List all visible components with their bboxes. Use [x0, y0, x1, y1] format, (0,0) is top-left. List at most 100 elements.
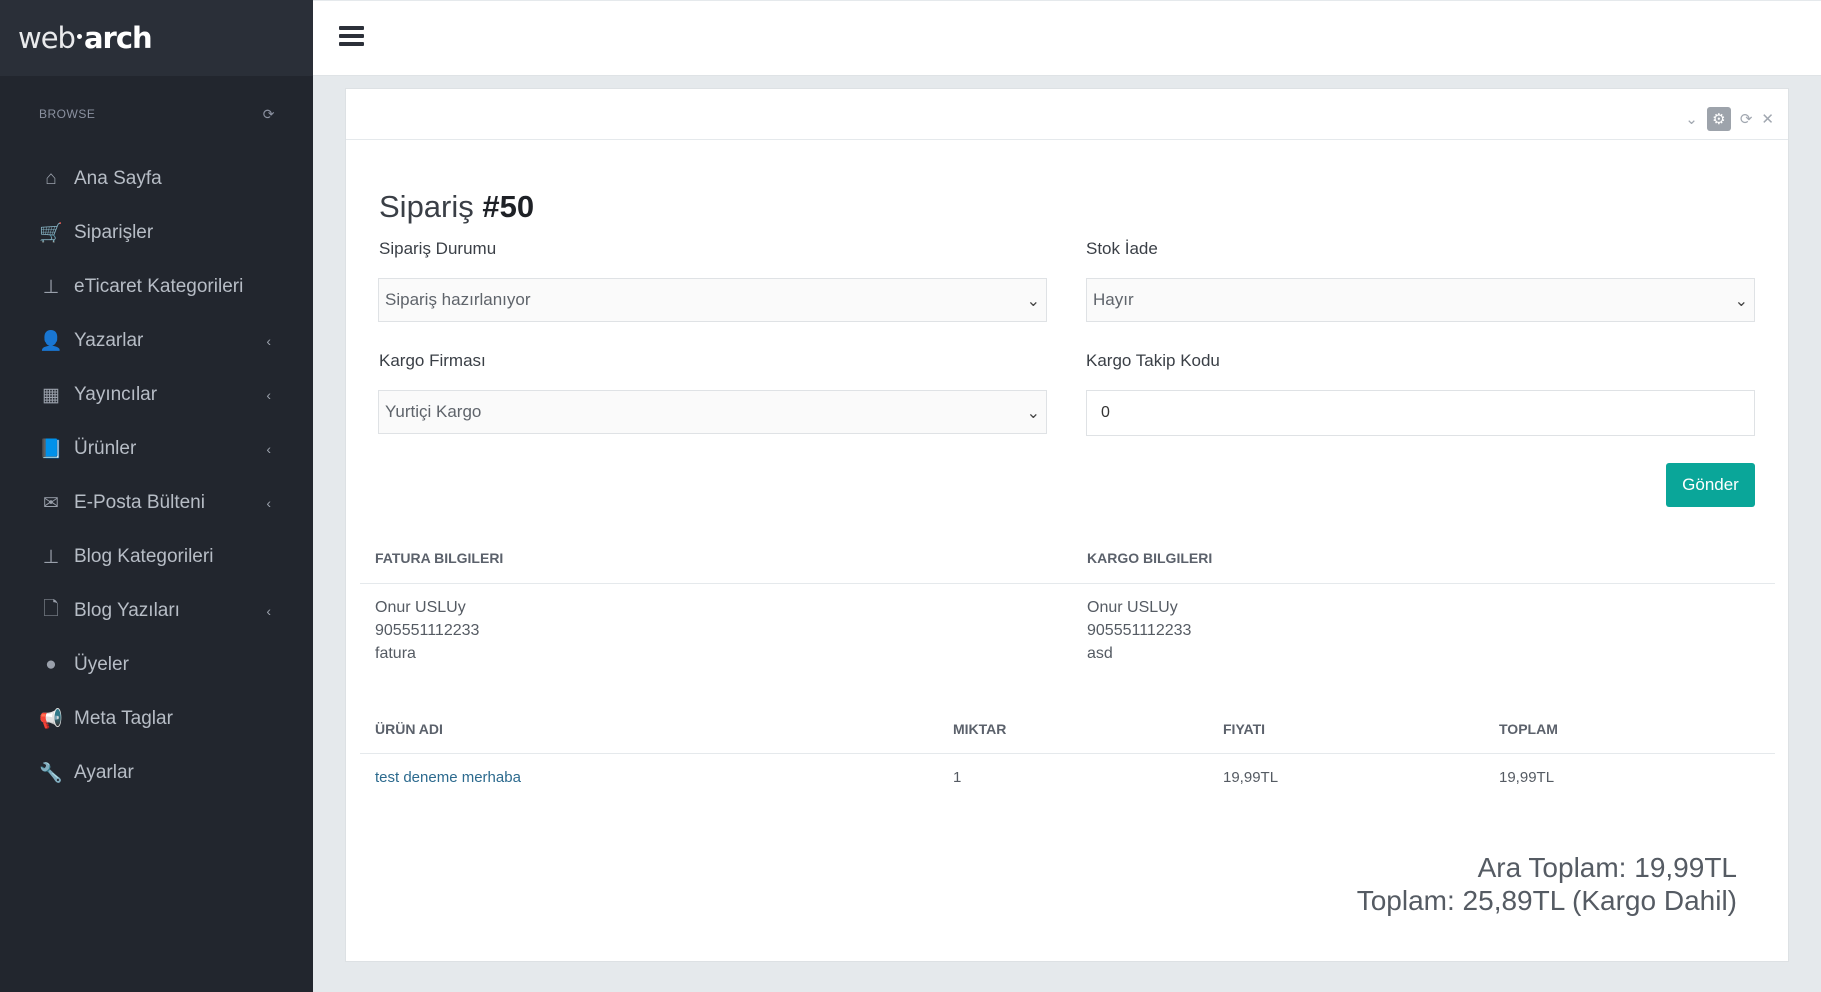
sidebar-item-label: Yazarlar	[74, 330, 144, 351]
panel-header: ⌄ ⚙ ⟳ ✕	[346, 89, 1788, 140]
chevron-left-icon: ‹	[266, 441, 271, 457]
sidebar-item-label: eTicaret Kategorileri	[74, 276, 244, 297]
shipping-heading: KARGO BILGILERI	[1087, 550, 1213, 566]
chevron-down-icon: ⌄	[1026, 293, 1040, 310]
cargo-company-select[interactable]: Yurtiçi Kargo ⌄	[378, 390, 1047, 434]
divider	[360, 753, 1775, 754]
reload-icon[interactable]: ⟳	[1740, 110, 1753, 128]
sidebar-item-label: Ürünler	[74, 438, 137, 459]
product-qty: 1	[953, 769, 962, 786]
collapse-icon[interactable]: ⌄	[1685, 110, 1698, 128]
chevron-left-icon: ‹	[266, 495, 271, 511]
logo-part-arch: arch	[83, 21, 153, 55]
billing-phone: 905551112233	[375, 622, 480, 639]
stock-return-select[interactable]: Hayır ⌄	[1086, 278, 1755, 322]
logo-dot	[76, 33, 82, 39]
close-icon[interactable]: ✕	[1761, 110, 1774, 128]
divider	[360, 583, 1775, 584]
sidebar-item-meta-taglar[interactable]: 📢 Meta Taglar	[0, 692, 313, 746]
sidebar-item-label: Blog Yazıları	[74, 600, 180, 621]
sidebar-item-label: Yayıncılar	[74, 384, 158, 405]
shipping-name: Onur USLUy	[1087, 599, 1178, 616]
sidebar-item-yayıncılar[interactable]: ▦ Yayıncılar ‹	[0, 368, 313, 422]
wrench-icon: 🔧	[39, 763, 63, 784]
logo[interactable]: web arch	[0, 0, 313, 76]
sidebar-nav: ⌂ Ana Sayfa 🛒 Siparişler ⊥ eTicaret Kategoril…	[0, 152, 313, 800]
bullhorn-icon: 📢	[39, 709, 63, 730]
shipping-info: Onur USLUy 905551112233 asd	[1087, 596, 1191, 665]
chevron-left-icon: ‹	[266, 387, 271, 403]
product-price: 19,99TL	[1223, 769, 1279, 786]
sidebar-item-label: Ana Sayfa	[74, 168, 162, 189]
logo-part-web: web	[18, 21, 76, 55]
sidebar-item-label: Siparişler	[74, 222, 154, 243]
hamburger-menu-icon[interactable]	[339, 26, 364, 46]
sidebar-item-üyeler[interactable]: ● Üyeler	[0, 638, 313, 692]
file-icon: 🗋	[43, 599, 59, 620]
sidebar-item-ayarlar[interactable]: 🔧 Ayarlar	[0, 746, 313, 800]
sidebar-item-label: E-Posta Bülteni	[74, 492, 205, 513]
sidebar-item-label: Üyeler	[74, 654, 129, 675]
basket-icon: 🛒	[39, 223, 63, 244]
billing-heading: FATURA BILGILERI	[375, 550, 504, 566]
sidebar-item-label: Ayarlar	[74, 762, 134, 783]
chevron-left-icon: ‹	[266, 333, 271, 349]
sidebar-item-siparişler[interactable]: 🛒 Siparişler	[0, 206, 313, 260]
shipping-phone: 905551112233	[1087, 622, 1192, 639]
user-icon: 👤	[39, 331, 63, 352]
user-icon: ●	[45, 654, 57, 675]
order-panel: ⌄ ⚙ ⟳ ✕ Sipariş #50 Sipariş Durumu Sipar…	[345, 88, 1789, 962]
refresh-icon[interactable]: ⟳	[263, 106, 275, 123]
sidebar: web arch BROWSE ⟳ ⌂ Ana Sayfa 🛒 Siparişler ⊥ e…	[0, 0, 313, 992]
stock-return-value: Hayır	[1093, 290, 1134, 309]
home-icon: ⌂	[45, 168, 57, 189]
book-icon: 📘	[39, 439, 63, 460]
browse-header: BROWSE ⟳	[0, 76, 313, 152]
sidebar-item-yazarlar[interactable]: 👤 Yazarlar ‹	[0, 314, 313, 368]
sidebar-item-blog-kategorileri[interactable]: ⊥ Blog Kategorileri	[0, 530, 313, 584]
browse-label: BROWSE	[39, 107, 96, 121]
tracking-code-input[interactable]: 0	[1086, 390, 1755, 436]
col-header-total: TOPLAM	[1499, 721, 1558, 737]
tracking-code-value: 0	[1101, 404, 1110, 421]
cargo-company-label: Kargo Firması	[379, 351, 486, 370]
billing-name: Onur USLUy	[375, 599, 466, 616]
sidebar-item-ana-sayfa[interactable]: ⌂ Ana Sayfa	[0, 152, 313, 206]
gear-icon[interactable]: ⚙	[1706, 107, 1731, 131]
sidebar-item-ürünler[interactable]: 📘 Ürünler ‹	[0, 422, 313, 476]
building-icon: ▦	[42, 384, 60, 406]
col-header-product: ÜRÜN ADI	[375, 721, 443, 737]
grand-total: Toplam: 25,89TL (Kargo Dahil)	[1356, 885, 1737, 916]
col-header-qty: MIKTAR	[953, 721, 1007, 737]
billing-address: fatura	[375, 645, 416, 662]
cargo-company-value: Yurtiçi Kargo	[385, 402, 482, 421]
sitemap-icon: ⊥	[42, 276, 60, 298]
chevron-down-icon: ⌄	[1026, 405, 1040, 422]
page-title: Sipariş #50	[379, 189, 534, 225]
billing-info: Onur USLUy 905551112233 fatura	[375, 596, 479, 665]
chevron-left-icon: ‹	[266, 603, 271, 619]
product-total: 19,99TL	[1499, 769, 1555, 786]
order-status-select[interactable]: Sipariş hazırlanıyor ⌄	[378, 278, 1047, 322]
subtotal: Ara Toplam: 19,99TL	[1477, 852, 1737, 883]
order-number: #50	[482, 189, 535, 224]
sitemap-icon: ⊥	[42, 546, 60, 568]
sidebar-item-e-posta-bülteni[interactable]: ✉ E-Posta Bülteni ‹	[0, 476, 313, 530]
tracking-code-label: Kargo Takip Kodu	[1086, 351, 1220, 370]
top-header	[313, 1, 1821, 76]
title-prefix: Sipariş	[379, 189, 474, 224]
envelope-icon: ✉	[43, 492, 59, 514]
sidebar-item-blog-yazıları[interactable]: 🗋 Blog Yazıları ‹	[0, 584, 313, 638]
stock-return-label: Stok İade	[1086, 239, 1158, 258]
sidebar-item-label: Blog Kategorileri	[74, 546, 214, 567]
col-header-price: FIYATI	[1223, 721, 1266, 737]
submit-button[interactable]: Gönder	[1666, 463, 1755, 507]
chevron-down-icon: ⌄	[1734, 293, 1748, 310]
order-status-value: Sipariş hazırlanıyor	[385, 290, 531, 309]
sidebar-item-eticaret-kategorileri[interactable]: ⊥ eTicaret Kategorileri	[0, 260, 313, 314]
product-link[interactable]: test deneme merhaba	[375, 769, 521, 786]
order-status-label: Sipariş Durumu	[379, 239, 497, 258]
order-totals: Ara Toplam: 19,99TL Toplam: 25,89TL (Kar…	[1357, 851, 1737, 917]
panel-tools: ⌄ ⚙ ⟳ ✕	[1685, 107, 1774, 131]
sidebar-item-label: Meta Taglar	[74, 708, 173, 729]
